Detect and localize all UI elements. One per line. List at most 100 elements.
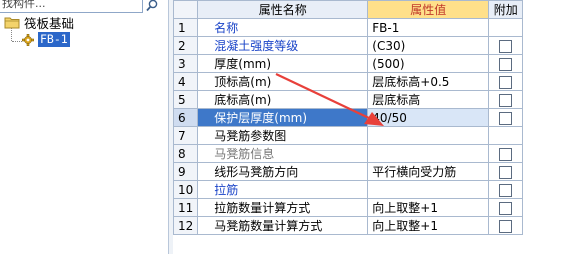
property-name: 线形马凳筋方向 [214,165,299,179]
row-number: 10 [173,180,199,199]
property-name-cell[interactable]: 厚度(mm) [197,54,369,73]
property-name-cell[interactable]: 混凝土强度等级 [197,36,369,55]
component-tree-panel: 筏板基础 FB-1 [0,0,168,254]
search-input[interactable] [0,0,142,10]
header-property-name[interactable]: 属性名称 [197,0,369,19]
table-row[interactable]: 1 名称 FB-1 [173,18,524,37]
table-row[interactable]: 6 保护层厚度(mm) 40/50 [173,108,524,127]
property-name: 底标高(m) [214,93,272,107]
row-number: 5 [173,90,199,109]
attach-checkbox[interactable] [499,147,513,161]
property-name-cell[interactable]: 线形马凳筋方向 [197,162,369,181]
property-name-cell[interactable]: 马凳筋信息 [197,144,369,163]
property-name: 拉筋数量计算方式 [214,201,311,215]
row-number: 8 [173,144,199,163]
search-box[interactable] [0,0,143,13]
header-property-value[interactable]: 属性值 [367,0,490,19]
row-number: 11 [173,198,199,217]
property-value-cell[interactable] [367,180,490,199]
table-row[interactable]: 9 线形马凳筋方向 平行横向受力筋 [173,162,524,181]
search-button[interactable] [144,0,160,12]
table-row[interactable]: 5 底标高(m) 层底标高 [173,90,524,109]
property-name-cell[interactable]: 保护层厚度(mm) [197,108,369,127]
property-value-cell[interactable]: 层底标高+0.5 [367,72,490,91]
property-name: 马凳筋参数图 [214,129,287,143]
attach-cell [488,162,524,181]
property-name: 顶标高(m) [214,75,272,89]
attach-cell [488,72,524,91]
property-value-cell[interactable] [367,144,490,163]
property-table: 属性名称 属性值 附加 1 名称 FB-1 2 混凝土强度等级 (C30) 3 厚度(mm) (… [173,0,524,235]
row-number: 1 [173,18,199,37]
property-value-cell[interactable]: (500) [367,54,490,73]
table-row[interactable]: 2 混凝土强度等级 (C30) [173,36,524,55]
table-row[interactable]: 10 拉筋 [173,180,524,199]
property-value-cell[interactable] [367,126,490,145]
attach-cell [488,36,524,55]
property-value-cell[interactable]: 40/50 [367,108,490,127]
attach-checkbox[interactable] [499,219,513,233]
attach-cell [488,90,524,109]
property-name: 马凳筋信息 [214,147,275,161]
component-tree: 筏板基础 FB-1 [0,14,168,48]
property-name-cell[interactable]: 名称 [197,18,369,37]
tree-node-raft-foundation[interactable]: 筏板基础 [0,14,168,31]
attach-checkbox[interactable] [499,39,513,53]
tree-node-fb-1[interactable]: FB-1 [0,31,168,48]
attach-cell [488,108,524,127]
attach-cell [488,198,524,217]
property-name: 保护层厚度(mm) [214,111,308,125]
property-value-cell[interactable]: 向上取整+1 [367,198,490,217]
folder-icon [4,17,20,29]
property-name-cell[interactable]: 马凳筋参数图 [197,126,369,145]
gear-icon [22,33,34,46]
property-name: 拉筋 [214,183,239,197]
property-grid: 属性名称 属性值 附加 1 名称 FB-1 2 混凝土强度等级 (C30) 3 厚度(mm) (… [173,0,575,254]
row-number: 3 [173,54,199,73]
attach-checkbox[interactable] [499,183,513,197]
attach-cell [488,54,524,73]
attach-checkbox[interactable] [499,93,513,107]
attach-checkbox[interactable] [499,111,513,125]
table-row[interactable]: 7 马凳筋参数图 [173,126,524,145]
row-number: 7 [173,126,199,145]
row-number: 4 [173,72,199,91]
row-number: 6 [173,108,199,127]
property-name: 马凳筋数量计算方式 [214,219,323,233]
tree-node-label: 筏板基础 [24,16,75,31]
attach-cell [488,144,524,163]
table-row[interactable]: 11 拉筋数量计算方式 向上取整+1 [173,198,524,217]
property-name-cell[interactable]: 马凳筋数量计算方式 [197,216,369,235]
row-number: 12 [173,216,199,235]
property-name-cell[interactable]: 顶标高(m) [197,72,369,91]
property-value-cell[interactable]: 平行横向受力筋 [367,162,490,181]
attach-checkbox[interactable] [499,165,513,179]
search-icon [145,0,157,12]
property-value-cell[interactable]: 向上取整+1 [367,216,490,235]
table-row[interactable]: 4 顶标高(m) 层底标高+0.5 [173,72,524,91]
property-name: 厚度(mm) [214,57,272,71]
property-value-cell[interactable]: 层底标高 [367,90,490,109]
attach-cell [488,216,524,235]
table-header-row: 属性名称 属性值 附加 [173,0,524,19]
property-name-cell[interactable]: 底标高(m) [197,90,369,109]
tree-node-label-selected: FB-1 [38,32,70,47]
attach-checkbox[interactable] [499,75,513,89]
attach-cell [488,18,524,37]
attach-checkbox[interactable] [499,201,513,215]
property-value-cell[interactable]: (C30) [367,36,490,55]
attach-cell [488,180,524,199]
row-number: 2 [173,36,199,55]
property-name-cell[interactable]: 拉筋数量计算方式 [197,198,369,217]
property-name-cell[interactable]: 拉筋 [197,180,369,199]
property-name: 名称 [214,21,239,35]
attach-cell [488,126,524,145]
table-row[interactable]: 3 厚度(mm) (500) [173,54,524,73]
table-row[interactable]: 8 马凳筋信息 [173,144,524,163]
attach-checkbox[interactable] [499,57,513,71]
property-value-cell[interactable]: FB-1 [367,18,490,37]
table-row[interactable]: 12 马凳筋数量计算方式 向上取整+1 [173,216,524,235]
header-attach[interactable]: 附加 [488,0,524,19]
row-number: 9 [173,162,199,181]
property-name: 混凝土强度等级 [214,39,299,53]
